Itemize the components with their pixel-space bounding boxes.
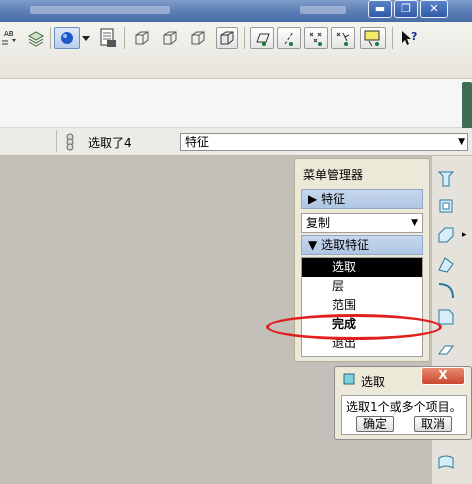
merge-icon[interactable] [435, 452, 457, 472]
dialog-title: 选取 [361, 375, 386, 389]
datum-plane-icon[interactable] [250, 27, 274, 49]
select-feature-section-header[interactable]: ▼ 选取特征 [301, 235, 423, 255]
select-feature-section-label: 选取特征 [321, 238, 370, 252]
draft-icon[interactable] [435, 340, 457, 360]
annotation-icon[interactable] [360, 27, 386, 49]
chevron-down-icon: ▼ [411, 218, 418, 228]
dialog-message: 选取1个或多个项目。 [346, 400, 462, 414]
no-hidden-icon[interactable] [188, 27, 208, 49]
sphere-display-button[interactable] [54, 27, 80, 49]
context-help-icon[interactable]: ? [398, 27, 420, 49]
rib-icon[interactable] [435, 224, 457, 244]
sweep-icon[interactable] [435, 254, 457, 274]
dialog-close-button[interactable]: X [421, 367, 465, 385]
chevron-down-icon[interactable] [80, 27, 92, 49]
filter-value: 特征 [185, 135, 210, 149]
menu-item-layer[interactable]: 层 [302, 277, 422, 296]
toolbar-separator [124, 27, 125, 49]
selection-filter-select[interactable]: 特征 ▼ [180, 133, 468, 151]
cube-icon [343, 373, 355, 385]
triangle-right-icon: ▶ [308, 192, 318, 206]
restore-button[interactable]: ❐ [394, 0, 418, 18]
toolbar-separator [50, 27, 51, 49]
abc-dropdown-icon[interactable]: AB [0, 27, 20, 49]
hidden-line-icon[interactable] [160, 27, 180, 49]
extrude-icon[interactable] [435, 168, 457, 188]
shading-icon[interactable] [216, 27, 238, 49]
minimize-button[interactable]: ▬ [368, 0, 392, 18]
flyout-arrow-icon[interactable]: ▸ [462, 230, 467, 240]
menu-item-range[interactable]: 范围 [302, 296, 422, 315]
saved-view-icon[interactable] [98, 27, 118, 49]
round-icon[interactable] [435, 280, 457, 300]
triangle-down-icon: ▼ [308, 238, 318, 252]
highlight-ellipse [266, 314, 442, 340]
title-text-placeholder [30, 6, 170, 14]
shell-icon[interactable] [435, 196, 457, 216]
datum-axis-icon[interactable] [277, 27, 301, 49]
ok-button[interactable]: 确定 [356, 416, 394, 432]
dialog-body: 选取1个或多个项目。 确定 取消 [341, 395, 467, 435]
title-bar: ▬ ❐ ✕ [0, 0, 472, 22]
wireframe-icon[interactable] [132, 27, 152, 49]
menu-manager-title: 菜单管理器 [303, 168, 364, 182]
question-mark-icon: ? [411, 30, 417, 43]
close-button[interactable]: ✕ [420, 0, 448, 18]
status-divider [56, 130, 57, 152]
select-dialog: 选取 X 选取1个或多个项目。 确定 取消 [334, 366, 472, 440]
layers-icon[interactable] [26, 27, 46, 49]
status-bar: 选取了4 特征 ▼ [0, 128, 472, 156]
scroll-grip-handle[interactable] [462, 82, 472, 134]
ab-letters-icon: AB [4, 30, 14, 38]
traffic-light-icon [66, 133, 74, 151]
menu-item-select[interactable]: 选取 [302, 258, 422, 277]
cancel-button[interactable]: 取消 [414, 416, 452, 432]
selection-count-text: 选取了4 [88, 136, 132, 150]
toolbar-separator [392, 27, 393, 49]
message-area [0, 79, 472, 128]
toolbar-separator [244, 27, 245, 49]
title-text-placeholder [300, 6, 346, 14]
feature-section-label: 特征 [321, 192, 346, 206]
select-feature-list: 选取 层 范围 完成 退出 [301, 257, 423, 357]
coordinate-system-icon[interactable] [331, 27, 355, 49]
copy-option-select[interactable]: 复制 ▼ [301, 213, 423, 233]
copy-option-value: 复制 [306, 216, 331, 230]
chevron-down-icon: ▼ [458, 137, 465, 147]
datum-point-icon[interactable] [304, 27, 328, 49]
feature-section-header[interactable]: ▶ 特征 [301, 189, 423, 209]
